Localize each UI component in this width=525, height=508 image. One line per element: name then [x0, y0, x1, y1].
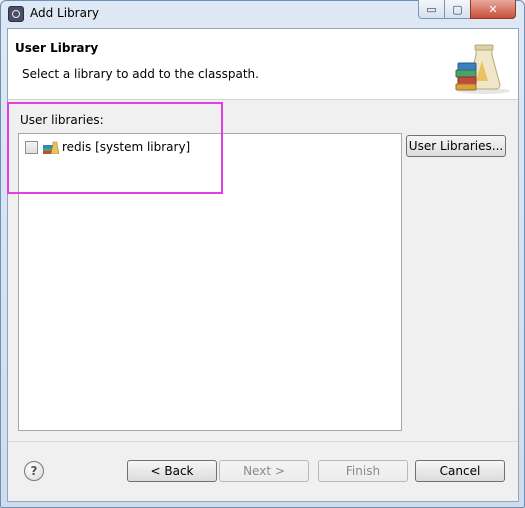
user-libraries-list[interactable]: redis [system library]	[18, 133, 402, 431]
cancel-button[interactable]: Cancel	[415, 460, 505, 482]
help-icon[interactable]: ?	[24, 461, 44, 481]
window-title: Add Library	[30, 6, 100, 20]
divider	[8, 441, 518, 442]
library-name: redis [system library]	[62, 140, 191, 154]
finish-button[interactable]: Finish	[318, 460, 408, 482]
maximize-button[interactable]: ▢	[444, 0, 471, 19]
title-bar[interactable]: Add Library ▭ ▢ ✕	[0, 0, 525, 28]
user-libraries-label: User libraries:	[20, 113, 104, 127]
eclipse-icon	[8, 6, 24, 22]
library-jar-icon	[43, 141, 59, 154]
library-banner-icon	[455, 44, 510, 94]
library-checkbox[interactable]	[25, 140, 38, 154]
next-button[interactable]: Next >	[219, 460, 309, 482]
page-description: Select a library to add to the classpath…	[22, 67, 259, 81]
back-button[interactable]: < Back	[127, 460, 217, 482]
user-libraries-button[interactable]: User Libraries...	[406, 135, 506, 157]
dialog-body: User Library Select a library to add to …	[7, 28, 519, 502]
close-button[interactable]: ✕	[470, 0, 516, 19]
page-title: User Library	[15, 41, 99, 55]
list-item[interactable]: redis [system library]	[25, 138, 190, 156]
wizard-header: User Library Select a library to add to …	[8, 29, 518, 100]
minimize-button[interactable]: ▭	[418, 0, 445, 19]
